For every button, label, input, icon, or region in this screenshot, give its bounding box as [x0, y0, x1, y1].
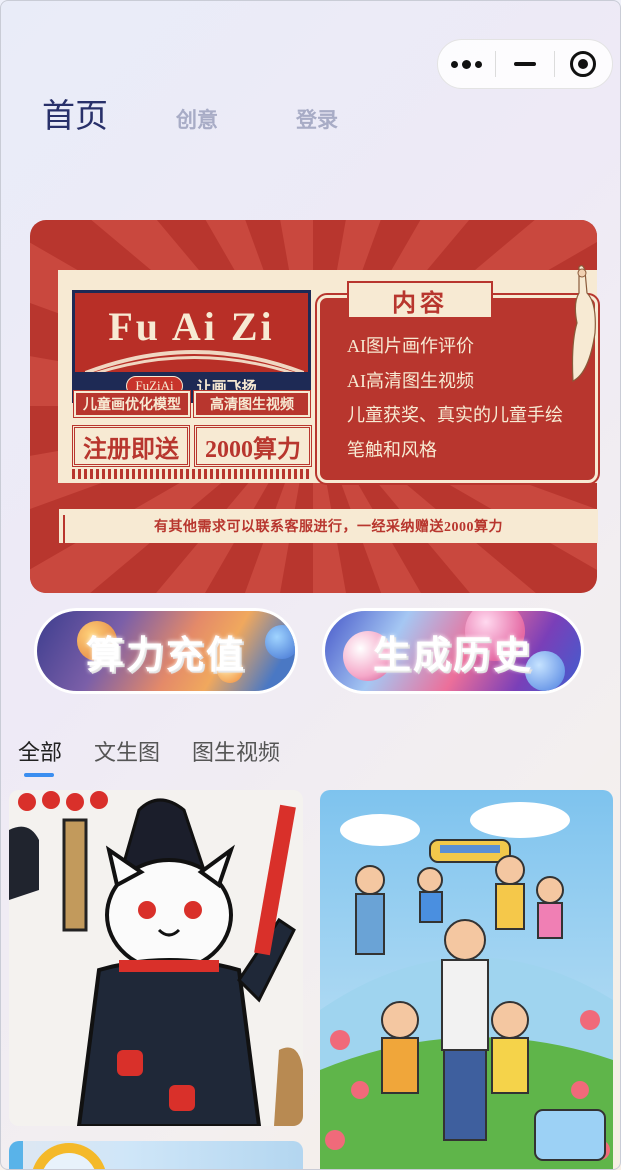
brand-logo: Fu Ai Zi FuZiAi 让画飞扬: [72, 290, 311, 403]
top-navigation: 首页 创意 登录: [42, 89, 338, 139]
gallery-card[interactable]: [9, 790, 303, 1126]
scroll-figure-icon: [571, 265, 596, 382]
content-line: AI图片画作评价: [347, 336, 474, 356]
decor-stripes: [72, 469, 311, 479]
nav-login[interactable]: 登录: [296, 104, 338, 134]
minimize-button[interactable]: [496, 40, 553, 88]
content-line: 儿童获奖、真实的儿童手绘: [347, 405, 563, 425]
tag-video: 高清图生视频: [193, 390, 311, 418]
recharge-button[interactable]: 算力充值: [34, 608, 298, 694]
sky-drawing-image: [9, 1141, 106, 1169]
logo-title: Fu Ai Zi: [108, 304, 275, 349]
tag-model: 儿童画优化模型: [73, 390, 191, 418]
minus-icon: [513, 62, 536, 66]
cat-drawing-image: [9, 790, 303, 1126]
target-circle-icon: [570, 51, 597, 77]
gallery-card[interactable]: [9, 1141, 303, 1169]
promo-compute: 2000算力: [194, 425, 312, 467]
planet-icon: [265, 625, 295, 659]
content-line: 笔触和风格: [347, 439, 437, 460]
history-label: 生成历史: [372, 634, 533, 677]
nav-home[interactable]: 首页: [42, 89, 108, 137]
nav-creative[interactable]: 创意: [176, 104, 218, 134]
more-dots-icon: [451, 59, 483, 69]
content-line: AI高清图生视频: [347, 370, 474, 391]
mini-program-capsule: [437, 39, 613, 89]
content-title: 内容: [347, 281, 493, 319]
tab-all[interactable]: 全部: [18, 735, 62, 779]
content-list: AI图片画作评价 AI高清图生视频 儿童获奖、真实的儿童手绘 笔触和风格: [347, 331, 597, 469]
gallery-card[interactable]: [320, 790, 613, 1169]
promo-register: 注册即送: [72, 425, 190, 467]
family-outing-drawing-image: [320, 790, 613, 1169]
mini-program-page: 首页 创意 登录 Fu Ai Zi FuZiAi 让画飞扬 儿童画优化模型 高清…: [0, 0, 621, 1170]
banner-note: 有其他需求可以联系客服进行，一经采纳赠送2000算力: [59, 509, 598, 545]
more-button[interactable]: [438, 40, 495, 88]
category-tabs: 全部 文生图 图生视频: [18, 735, 312, 779]
tab-text-to-image[interactable]: 文生图: [94, 735, 160, 779]
history-button[interactable]: 生成历史: [322, 608, 584, 694]
tab-image-to-video[interactable]: 图生视频: [192, 735, 280, 779]
close-button[interactable]: [555, 40, 612, 88]
recharge-label: 算力充值: [85, 634, 246, 677]
